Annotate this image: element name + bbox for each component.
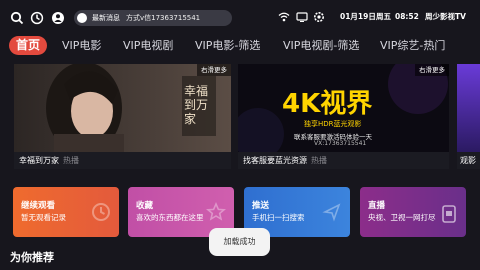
quick-subtitle: 喜欢的东西都在这里 bbox=[136, 213, 204, 222]
quick-subtitle: 暂无观看记录 bbox=[21, 213, 66, 222]
continue-watching-button[interactable]: 继续观看 暂无观看记录 bbox=[13, 187, 119, 237]
tab-vip-variety-hot[interactable]: VIP综艺-热门 bbox=[380, 36, 445, 55]
banner-card[interactable]: 幸福到万家 右滑更多 幸福到万家 热播 bbox=[14, 64, 231, 169]
tv-icon bbox=[442, 205, 456, 227]
banner-caption: 观影 bbox=[457, 152, 480, 169]
quick-subtitle: 手机扫一扫搜索 bbox=[252, 213, 305, 222]
banner-card-partial[interactable]: 观影 bbox=[457, 64, 480, 169]
weekday-text: 周五 bbox=[376, 12, 391, 21]
tab-vip-movie[interactable]: VIP电影 bbox=[62, 36, 101, 55]
live-tv-button[interactable]: 直播 央视、卫视一网打尽 bbox=[360, 187, 466, 237]
quick-title: 推送 bbox=[252, 201, 270, 211]
notice-text: 方式v信17363715541 bbox=[126, 14, 201, 22]
wifi-icon bbox=[278, 12, 290, 22]
settings-icon[interactable] bbox=[313, 11, 325, 23]
quick-subtitle: 央视、卫视一网打尽 bbox=[368, 213, 436, 222]
date-text: 01月19日 bbox=[340, 12, 376, 21]
top-bar: 最新消息 方式v信17363715541 01月19日 周五 08:52 周少影… bbox=[0, 0, 480, 34]
notice-icon bbox=[77, 13, 87, 23]
history-icon[interactable] bbox=[30, 11, 44, 25]
search-icon[interactable] bbox=[10, 11, 24, 25]
banner-caption: 找客服要蓝光资源 热播 bbox=[238, 152, 449, 169]
banner-badge: 右滑更多 bbox=[197, 64, 231, 76]
banner-poster bbox=[457, 64, 480, 152]
banner-poster-text: 幸福到万家 bbox=[184, 84, 209, 126]
notice-marquee[interactable]: 最新消息 方式v信17363715541 bbox=[74, 10, 232, 26]
banner-badge: 右滑更多 bbox=[415, 64, 449, 76]
notice-tag: 最新消息 bbox=[92, 14, 120, 22]
banner-card[interactable]: 4K视界 独享HDR蓝光观影 联系客服要激活码体验一天 VX:173637155… bbox=[238, 64, 449, 169]
app-name: 周少影视TV bbox=[425, 12, 466, 21]
banner-title: 找客服要蓝光资源 bbox=[243, 156, 307, 165]
tab-vip-movie-filter[interactable]: VIP电影-筛选 bbox=[195, 36, 260, 55]
banner-headline: 4K视界 bbox=[282, 89, 373, 119]
star-icon bbox=[205, 202, 227, 226]
quick-title: 收藏 bbox=[136, 201, 154, 211]
cast-icon bbox=[296, 12, 308, 22]
banner-subline: 独享HDR蓝光观影 bbox=[304, 120, 362, 128]
section-title-recommend: 为你推荐 bbox=[10, 251, 54, 264]
quick-title: 直播 bbox=[368, 201, 386, 211]
send-icon bbox=[322, 202, 342, 226]
clock-icon bbox=[91, 202, 111, 226]
tab-vip-series[interactable]: VIP电视剧 bbox=[123, 36, 173, 55]
tab-vip-series-filter[interactable]: VIP电视剧-筛选 bbox=[283, 36, 359, 55]
banner-title: 观影 bbox=[460, 156, 476, 165]
tab-home[interactable]: 首页 bbox=[9, 36, 48, 55]
time-text: 08:52 bbox=[395, 12, 419, 21]
toast-message: 加载成功 bbox=[209, 228, 270, 256]
banner-contact: VX:17363715541 bbox=[314, 140, 367, 147]
banner-caption: 幸福到万家 热播 bbox=[14, 152, 231, 169]
banner-tag: 热播 bbox=[63, 156, 79, 165]
banner-title: 幸福到万家 bbox=[19, 156, 59, 165]
quick-title: 继续观看 bbox=[21, 201, 56, 211]
user-icon[interactable] bbox=[51, 11, 65, 25]
banner-tag: 热播 bbox=[311, 156, 327, 165]
category-tabs: 首页 VIP电影 VIP电视剧 VIP电影-筛选 VIP电视剧-筛选 VIP综艺… bbox=[0, 34, 480, 56]
